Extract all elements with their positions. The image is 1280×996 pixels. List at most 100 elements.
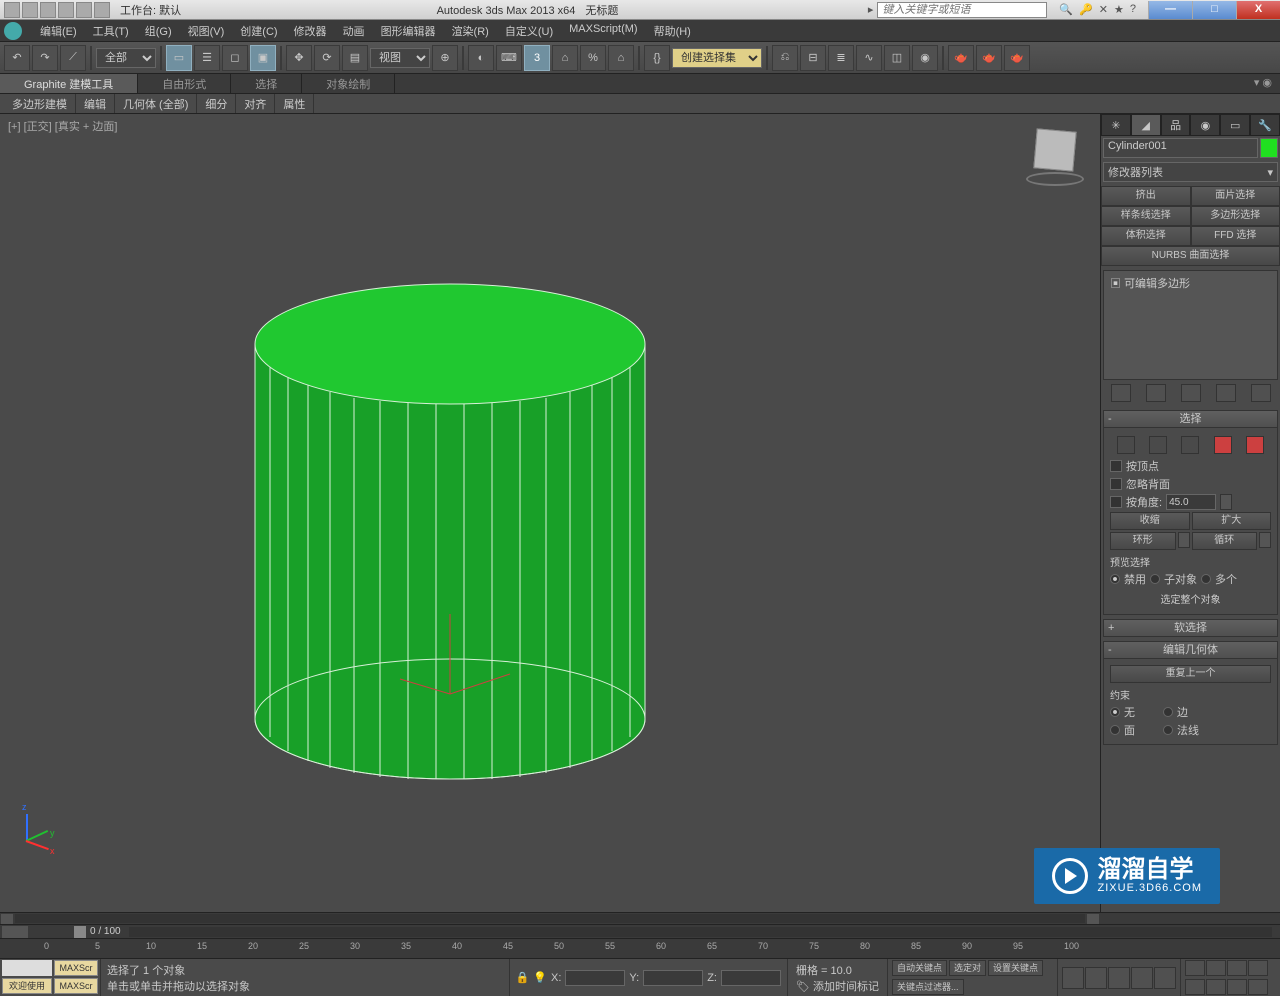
- curve-editor-icon[interactable]: ∿: [856, 45, 882, 71]
- x-coord-field[interactable]: [565, 970, 625, 986]
- qat-new-icon[interactable]: [4, 2, 20, 18]
- polygon-subobj-icon[interactable]: [1214, 436, 1232, 454]
- schematic-icon[interactable]: ◫: [884, 45, 910, 71]
- subtab-polymodel[interactable]: 多边形建模: [4, 94, 76, 113]
- loop-button[interactable]: 循环: [1192, 532, 1258, 550]
- constraint-none-radio[interactable]: [1110, 707, 1120, 717]
- time-config-icon[interactable]: [2, 926, 28, 938]
- maxscript-mini[interactable]: MAXScr: [54, 960, 98, 976]
- subtab-edit[interactable]: 编辑: [76, 94, 115, 113]
- qat-save-icon[interactable]: [40, 2, 56, 18]
- preview-off-radio[interactable]: [1110, 574, 1120, 584]
- binoculars-icon[interactable]: 🔍: [1059, 3, 1073, 16]
- prev-frame-icon[interactable]: [1085, 967, 1107, 989]
- time-slider-bar[interactable]: 0 / 100: [0, 924, 1280, 938]
- mod-vol[interactable]: 体积选择: [1101, 226, 1191, 246]
- select-name-icon[interactable]: ☰: [194, 45, 220, 71]
- tab-paint[interactable]: 对象绘制: [302, 74, 395, 93]
- menu-组(G)[interactable]: 组(G): [137, 21, 180, 41]
- isolate-icon[interactable]: 💡: [533, 971, 547, 984]
- viewport-label[interactable]: [+] [正交] [真实 + 边面]: [8, 118, 117, 134]
- pivot-icon[interactable]: ⊕: [432, 45, 458, 71]
- script-listener[interactable]: [2, 960, 52, 976]
- rollout-selection[interactable]: -选择: [1103, 410, 1278, 428]
- snap-toggle-icon[interactable]: 3: [524, 45, 550, 71]
- vertex-subobj-icon[interactable]: [1117, 436, 1135, 454]
- qat-link-icon[interactable]: [94, 2, 110, 18]
- key-filters-button[interactable]: 关键点过滤器...: [892, 979, 964, 995]
- by-vertex-checkbox[interactable]: [1110, 460, 1122, 472]
- rollout-edit-geometry[interactable]: -编辑几何体: [1103, 641, 1278, 659]
- constraint-normal-radio[interactable]: [1163, 725, 1173, 735]
- menu-视图(V)[interactable]: 视图(V): [180, 21, 233, 41]
- preview-sub-radio[interactable]: [1150, 574, 1160, 584]
- goto-end-icon[interactable]: [1154, 967, 1176, 989]
- menu-图形编辑器[interactable]: 图形编辑器: [373, 21, 444, 41]
- menu-MAXScript(M)[interactable]: MAXScript(M): [561, 21, 645, 41]
- zoom-extents-all-icon[interactable]: [1248, 960, 1268, 976]
- search-input[interactable]: [877, 2, 1047, 18]
- unique-icon[interactable]: [1181, 384, 1201, 402]
- mod-extrude[interactable]: 挤出: [1101, 186, 1191, 206]
- mod-spline[interactable]: 样条线选择: [1101, 206, 1191, 226]
- spinner-snap-icon[interactable]: ⌂: [608, 45, 634, 71]
- fov-icon[interactable]: [1185, 979, 1205, 995]
- object-color-swatch[interactable]: [1260, 138, 1278, 158]
- create-tab-icon[interactable]: ✳: [1101, 114, 1131, 136]
- layers-icon[interactable]: ≣: [828, 45, 854, 71]
- select-object-icon[interactable]: ▭: [166, 45, 192, 71]
- goto-start-icon[interactable]: [1062, 967, 1084, 989]
- help-arrow-icon[interactable]: ▸: [868, 3, 874, 16]
- cylinder-object[interactable]: [150, 214, 750, 854]
- ref-coord-combo[interactable]: 视图: [370, 48, 430, 68]
- material-icon[interactable]: ◉: [912, 45, 938, 71]
- viewport-scrollbar[interactable]: [0, 912, 1280, 924]
- configure-icon[interactable]: [1251, 384, 1271, 402]
- key-icon[interactable]: 🔑: [1079, 3, 1093, 16]
- repeat-last-button[interactable]: 重复上一个: [1110, 665, 1271, 683]
- mirror-icon[interactable]: ⎌: [772, 45, 798, 71]
- manipulate-icon[interactable]: ◐: [468, 45, 494, 71]
- subtab-align[interactable]: 对齐: [236, 94, 275, 113]
- angle-spinner[interactable]: [1166, 494, 1216, 510]
- qat-open-icon[interactable]: [22, 2, 38, 18]
- mod-patch[interactable]: 面片选择: [1191, 186, 1280, 206]
- menu-创建(C)[interactable]: 创建(C): [232, 21, 285, 41]
- object-name-field[interactable]: Cylinder001: [1103, 138, 1258, 158]
- by-angle-checkbox[interactable]: [1110, 496, 1122, 508]
- set-key-button[interactable]: 设置关键点: [988, 960, 1043, 976]
- y-coord-field[interactable]: [643, 970, 703, 986]
- zoom-extents-icon[interactable]: [1227, 960, 1247, 976]
- ignore-back-checkbox[interactable]: [1110, 478, 1122, 490]
- shrink-button[interactable]: 收缩: [1110, 512, 1190, 530]
- close-button[interactable]: X: [1236, 1, 1280, 19]
- link-icon[interactable]: ⟋: [60, 45, 86, 71]
- menu-编辑(E)[interactable]: 编辑(E): [32, 21, 85, 41]
- constraint-edge-radio[interactable]: [1163, 707, 1173, 717]
- time-scrollbar[interactable]: [129, 927, 1272, 937]
- remove-mod-icon[interactable]: [1216, 384, 1236, 402]
- mod-ffd[interactable]: FFD 选择: [1191, 226, 1280, 246]
- app-icon[interactable]: [4, 22, 22, 40]
- rotate-icon[interactable]: ⟳: [314, 45, 340, 71]
- motion-tab-icon[interactable]: ◉: [1190, 114, 1220, 136]
- subtab-subdiv[interactable]: 细分: [197, 94, 236, 113]
- mod-nurbs[interactable]: NURBS 曲面选择: [1101, 246, 1280, 266]
- pin-stack-icon[interactable]: [1111, 384, 1131, 402]
- render-frame-icon[interactable]: 🫖: [976, 45, 1002, 71]
- angle-snap-icon[interactable]: ⌂: [552, 45, 578, 71]
- modifier-list-combo[interactable]: 修改器列表▾: [1103, 162, 1278, 182]
- named-sel-icon[interactable]: {}: [644, 45, 670, 71]
- lock-icon[interactable]: 🔒: [516, 971, 530, 984]
- maximize-button[interactable]: □: [1192, 1, 1236, 19]
- hierarchy-tab-icon[interactable]: 品: [1161, 114, 1191, 136]
- auto-key-button[interactable]: 自动关键点: [892, 960, 947, 976]
- tab-selection[interactable]: 选择: [231, 74, 302, 93]
- maximize-viewport-icon[interactable]: [1248, 979, 1268, 995]
- utilities-tab-icon[interactable]: 🔧: [1250, 114, 1280, 136]
- preview-multi-radio[interactable]: [1201, 574, 1211, 584]
- scale-icon[interactable]: ▤: [342, 45, 368, 71]
- workspace-label[interactable]: 工作台: 默认: [114, 2, 187, 18]
- qat-undo-icon[interactable]: [58, 2, 74, 18]
- rollout-soft-selection[interactable]: +软选择: [1103, 619, 1278, 637]
